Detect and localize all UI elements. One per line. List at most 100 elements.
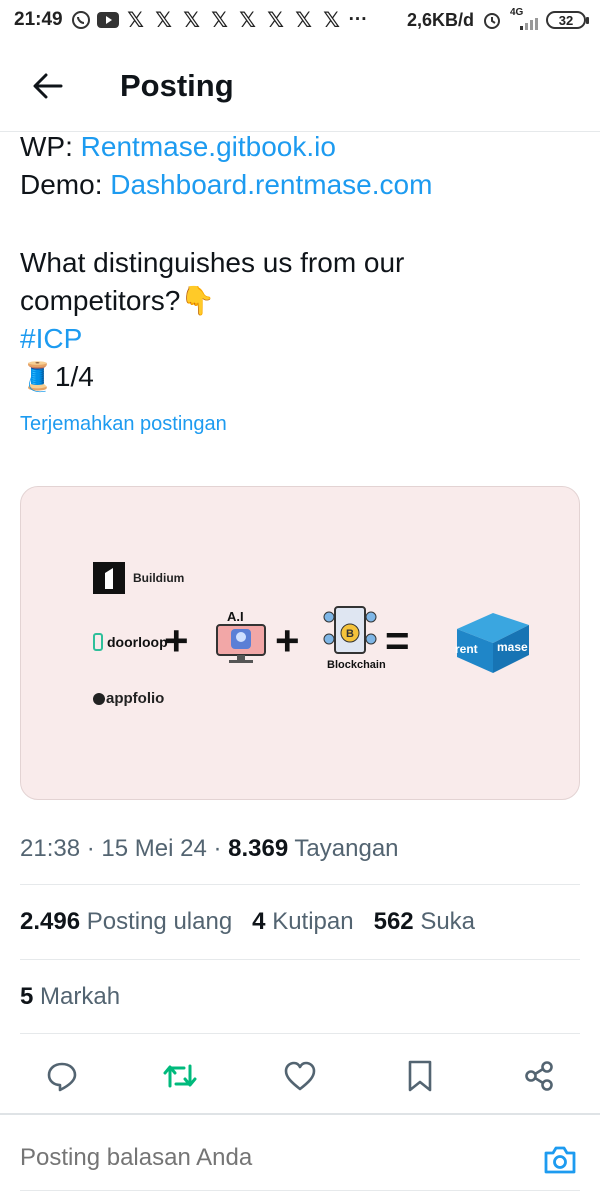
- pointing-down-emoji: 👇: [180, 285, 216, 316]
- reply-input[interactable]: [20, 1144, 500, 1172]
- status-left: 21:49 𝕏 𝕏 𝕏 𝕏 𝕏 𝕏 𝕏 𝕏 ···: [14, 8, 368, 33]
- post-meta: 21:38 · 15 Mei 24 · 8.369 Tayangan: [20, 835, 399, 863]
- reply-separator: [0, 1113, 600, 1115]
- ai-label: A.I: [227, 609, 244, 624]
- share-icon: [525, 1061, 553, 1091]
- like-button[interactable]: [278, 1054, 322, 1098]
- wp-label: WP:: [20, 131, 81, 162]
- x-icon: 𝕏: [127, 8, 145, 32]
- rentmase-mase: mase: [497, 640, 528, 654]
- bookmark-icon: [408, 1060, 432, 1092]
- rentmase-logo: rent mase: [455, 613, 529, 673]
- views-label: Tayangan: [288, 835, 399, 862]
- divider: [20, 959, 580, 960]
- post-body: WP: Rentmase.gitbook.io Demo: Dashboard.…: [20, 128, 580, 396]
- bookmark-button[interactable]: [398, 1054, 442, 1098]
- bookmarks-count: 5: [20, 983, 34, 1010]
- meta-separator: ·: [80, 835, 102, 862]
- signal-indicator: 4G: [510, 6, 538, 33]
- appfolio-logo: appfolio: [93, 690, 164, 707]
- doorloop-logo: doorloop: [93, 633, 168, 651]
- divider: [20, 1190, 580, 1191]
- heart-icon: [284, 1061, 316, 1091]
- camera-icon: [544, 1146, 576, 1174]
- appfolio-mark-icon: [93, 692, 105, 705]
- reposts-stat[interactable]: 2.496 Posting ulang: [20, 908, 232, 936]
- camera-button[interactable]: [538, 1138, 582, 1182]
- views-count: 8.369: [228, 835, 289, 862]
- back-button[interactable]: [18, 56, 78, 116]
- buildium-name: Buildium: [133, 571, 185, 585]
- app-header: Posting: [0, 40, 600, 132]
- meta-separator: ·: [206, 835, 229, 862]
- x-icon: 𝕏: [267, 8, 285, 32]
- repost-icon: [163, 1064, 197, 1088]
- question-text: competitors?: [20, 285, 181, 316]
- blockchain-label: Blockchain: [327, 659, 386, 671]
- doorloop-name: doorloop: [107, 634, 168, 650]
- plus-sign: +: [164, 617, 189, 664]
- demo-link[interactable]: Dashboard.rentmase.com: [110, 169, 432, 200]
- hashtag-link[interactable]: #ICP: [20, 320, 580, 358]
- engagement-stats: 2.496 Posting ulang 4 Kutipan 562 Suka: [20, 908, 475, 936]
- bookmarks-stat[interactable]: 5 Markah: [20, 983, 120, 1011]
- appfolio-name: appfolio: [106, 690, 165, 707]
- wp-line: WP: Rentmase.gitbook.io: [20, 128, 580, 166]
- post-date: 15 Mei 24: [101, 835, 207, 862]
- likes-stat[interactable]: 562 Suka: [374, 908, 475, 936]
- thread-line: 🧵1/4: [20, 358, 580, 396]
- network-speed: 2,6KB/d: [406, 9, 474, 30]
- translate-post-link[interactable]: Terjemahkan postingan: [20, 413, 227, 436]
- buildium-logo: Buildium: [93, 562, 184, 594]
- buildium-mark-icon: [93, 562, 125, 594]
- quotes-label: Kutipan: [265, 908, 354, 935]
- divider: [20, 1033, 580, 1034]
- back-arrow-icon: [33, 73, 63, 98]
- doorloop-mark-icon: [93, 633, 103, 651]
- battery-indicator: 32: [546, 11, 589, 29]
- repost-button[interactable]: [158, 1054, 202, 1098]
- battery-level: 32: [558, 12, 574, 28]
- thread-emoji: 🧵: [20, 361, 55, 392]
- alarm-icon: [482, 10, 502, 30]
- whatsapp-icon: [71, 10, 91, 30]
- more-notifications-indicator: ···: [348, 9, 368, 30]
- wp-link[interactable]: Rentmase.gitbook.io: [81, 131, 336, 162]
- question-line-1: What distinguishes us from our: [20, 247, 405, 278]
- youtube-icon: [96, 12, 119, 28]
- demo-line: Demo: Dashboard.rentmase.com: [20, 166, 580, 204]
- reply-button[interactable]: [40, 1054, 84, 1098]
- quotes-count: 4: [252, 908, 266, 935]
- rentmase-rent: rent: [455, 642, 478, 656]
- status-bar: 21:49 𝕏 𝕏 𝕏 𝕏 𝕏 𝕏 𝕏 𝕏 ··· 2,6KB/d 4G 32: [0, 0, 600, 40]
- likes-count: 562: [373, 908, 414, 935]
- network-type: 4G: [510, 6, 524, 18]
- plus-sign: +: [275, 617, 300, 664]
- bookmarks-label: Markah: [33, 983, 121, 1010]
- x-icon: 𝕏: [155, 8, 173, 32]
- x-icon: 𝕏: [295, 8, 313, 32]
- x-icon: 𝕏: [323, 8, 341, 32]
- thread-count: 1/4: [54, 361, 94, 392]
- divider: [20, 884, 580, 885]
- x-icon: 𝕏: [211, 8, 229, 32]
- action-bar: [0, 1050, 600, 1102]
- reposts-label: Posting ulang: [80, 908, 233, 935]
- quotes-stat[interactable]: 4 Kutipan: [252, 908, 353, 936]
- signal-bars-icon: [520, 17, 538, 30]
- question-line-2: competitors?👇: [20, 282, 580, 320]
- share-button[interactable]: [517, 1054, 561, 1098]
- svg-text:B: B: [346, 628, 354, 640]
- ai-robot-icon: A.I: [216, 609, 266, 663]
- reply-icon: [47, 1062, 77, 1092]
- x-icon: 𝕏: [239, 8, 257, 32]
- post-time: 21:38: [20, 835, 81, 862]
- x-icon: 𝕏: [183, 8, 201, 32]
- demo-label: Demo:: [20, 169, 111, 200]
- status-right: 2,6KB/d 4G 32: [406, 6, 589, 33]
- equals-sign: =: [385, 617, 410, 664]
- status-time: 21:49: [14, 9, 63, 30]
- page-title: Posting: [120, 67, 234, 103]
- post-image[interactable]: Buildium doorloop appfolio + A.I + B Blo…: [20, 486, 580, 800]
